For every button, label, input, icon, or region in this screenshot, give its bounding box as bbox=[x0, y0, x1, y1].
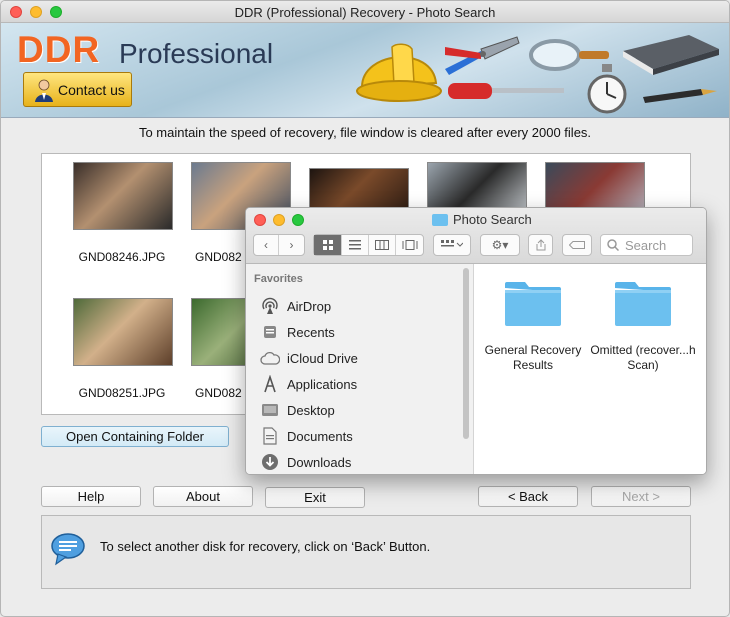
finder-zoom-button[interactable] bbox=[292, 214, 304, 226]
brand-logo-ddr: DDR bbox=[17, 29, 101, 70]
nav-arrows: ‹ › bbox=[253, 234, 305, 256]
book-icon bbox=[623, 35, 719, 75]
sidebar-item-airdrop[interactable]: AirDrop bbox=[260, 296, 331, 316]
gear-icon: ⚙▾ bbox=[491, 238, 509, 252]
finder-toolbar: Photo Search ‹ › ⚙▾ Search bbox=[246, 208, 706, 264]
sidebar-item-recents[interactable]: Recents bbox=[260, 322, 335, 342]
info-message: To maintain the speed of recovery, file … bbox=[138, 125, 592, 140]
group-by-icon bbox=[434, 235, 470, 255]
sidebar-item-desktop[interactable]: Desktop bbox=[260, 400, 335, 420]
finder-title: Photo Search bbox=[432, 212, 532, 227]
brand-logo-professional: Professional bbox=[119, 38, 274, 69]
title-bar: DDR (Professional) Recovery - Photo Sear… bbox=[1, 1, 729, 23]
exit-button[interactable]: Exit bbox=[265, 487, 365, 508]
favorites-header: Favorites bbox=[254, 273, 303, 285]
column-view-icon[interactable] bbox=[369, 235, 396, 255]
sidebar-item-label: Desktop bbox=[287, 402, 335, 418]
header-banner: DDR Professional Contact us bbox=[1, 23, 729, 118]
search-icon bbox=[607, 239, 619, 251]
speech-bubble-icon bbox=[51, 533, 85, 566]
recents-icon bbox=[260, 324, 280, 340]
status-panel: To select another disk for recovery, cli… bbox=[41, 515, 691, 589]
tag-icon bbox=[563, 235, 591, 255]
sidebar-item-label: Applications bbox=[287, 376, 358, 392]
hardhat-icon bbox=[356, 43, 442, 102]
group-by-button[interactable] bbox=[433, 234, 471, 256]
fountain-pen-icon bbox=[643, 89, 717, 103]
tags-button[interactable] bbox=[562, 234, 592, 256]
documents-icon bbox=[260, 427, 280, 445]
screwdriver-icon bbox=[448, 83, 564, 99]
gallery-view-icon[interactable] bbox=[396, 235, 423, 255]
finder-minimize-button[interactable] bbox=[273, 214, 285, 226]
stopwatch-icon bbox=[587, 64, 627, 114]
contact-us-button[interactable]: Contact us bbox=[23, 72, 132, 107]
desktop-icon bbox=[260, 403, 280, 417]
finder-title-label: Photo Search bbox=[453, 212, 532, 227]
next-button[interactable]: Next > bbox=[591, 486, 691, 507]
person-icon bbox=[35, 79, 53, 102]
app-window: DDR (Professional) Recovery - Photo Sear… bbox=[0, 0, 730, 617]
open-containing-folder-button[interactable]: Open Containing Folder bbox=[41, 426, 229, 447]
sidebar-item-label: AirDrop bbox=[287, 298, 332, 314]
help-button[interactable]: Help bbox=[41, 486, 141, 507]
view-mode-switcher bbox=[313, 234, 424, 256]
downloads-icon bbox=[260, 453, 280, 471]
sidebar-item-label: Recents bbox=[287, 324, 335, 340]
contact-us-label: Contact us bbox=[58, 81, 125, 98]
forward-arrow-icon[interactable]: › bbox=[279, 235, 304, 255]
sidebar-item-label: Documents bbox=[287, 428, 353, 444]
folder-icon[interactable] bbox=[613, 280, 673, 328]
status-message: To select another disk for recovery, cli… bbox=[100, 539, 431, 554]
finder-sidebar: Favorites AirDrop Recents iCloud Drive A… bbox=[246, 264, 474, 474]
share-button[interactable] bbox=[528, 234, 553, 256]
window-title: DDR (Professional) Recovery - Photo Sear… bbox=[234, 5, 496, 20]
back-arrow-icon[interactable]: ‹ bbox=[254, 235, 279, 255]
folder-label: Omitted (recover...h Scan) bbox=[590, 343, 696, 372]
list-view-icon[interactable] bbox=[342, 235, 369, 255]
applications-icon bbox=[260, 375, 280, 393]
action-menu-button[interactable]: ⚙▾ bbox=[480, 234, 520, 256]
search-placeholder: Search bbox=[625, 237, 667, 253]
about-button[interactable]: About bbox=[153, 486, 253, 507]
file-name: GND08246.JPG bbox=[78, 250, 166, 264]
folder-icon[interactable] bbox=[503, 280, 563, 328]
file-thumbnail[interactable] bbox=[73, 298, 173, 366]
file-thumbnail[interactable] bbox=[73, 162, 173, 230]
sidebar-item-documents[interactable]: Documents bbox=[260, 426, 353, 446]
finder-window: Photo Search ‹ › ⚙▾ Search Favorites Air… bbox=[245, 207, 707, 475]
finder-content-area: General Recovery Results Omitted (recove… bbox=[475, 264, 706, 474]
back-button[interactable]: < Back bbox=[478, 486, 578, 507]
folder-icon bbox=[432, 213, 448, 226]
finder-close-button[interactable] bbox=[254, 214, 266, 226]
finder-search-input[interactable]: Search bbox=[600, 234, 693, 256]
sidebar-item-applications[interactable]: Applications bbox=[260, 374, 357, 394]
airdrop-icon bbox=[260, 297, 280, 315]
sidebar-item-downloads[interactable]: Downloads bbox=[260, 452, 351, 472]
folder-label: General Recovery Results bbox=[484, 343, 582, 372]
file-name: GND08251.JPG bbox=[78, 386, 166, 400]
icon-view-icon[interactable] bbox=[314, 235, 342, 255]
sidebar-item-label: iCloud Drive bbox=[287, 350, 358, 366]
sidebar-scrollbar[interactable] bbox=[463, 268, 469, 439]
sidebar-item-label: Downloads bbox=[287, 454, 352, 470]
share-icon bbox=[529, 235, 552, 255]
sidebar-item-icloud-drive[interactable]: iCloud Drive bbox=[260, 348, 358, 368]
cloud-icon bbox=[260, 351, 280, 365]
pliers-icon bbox=[445, 36, 520, 75]
